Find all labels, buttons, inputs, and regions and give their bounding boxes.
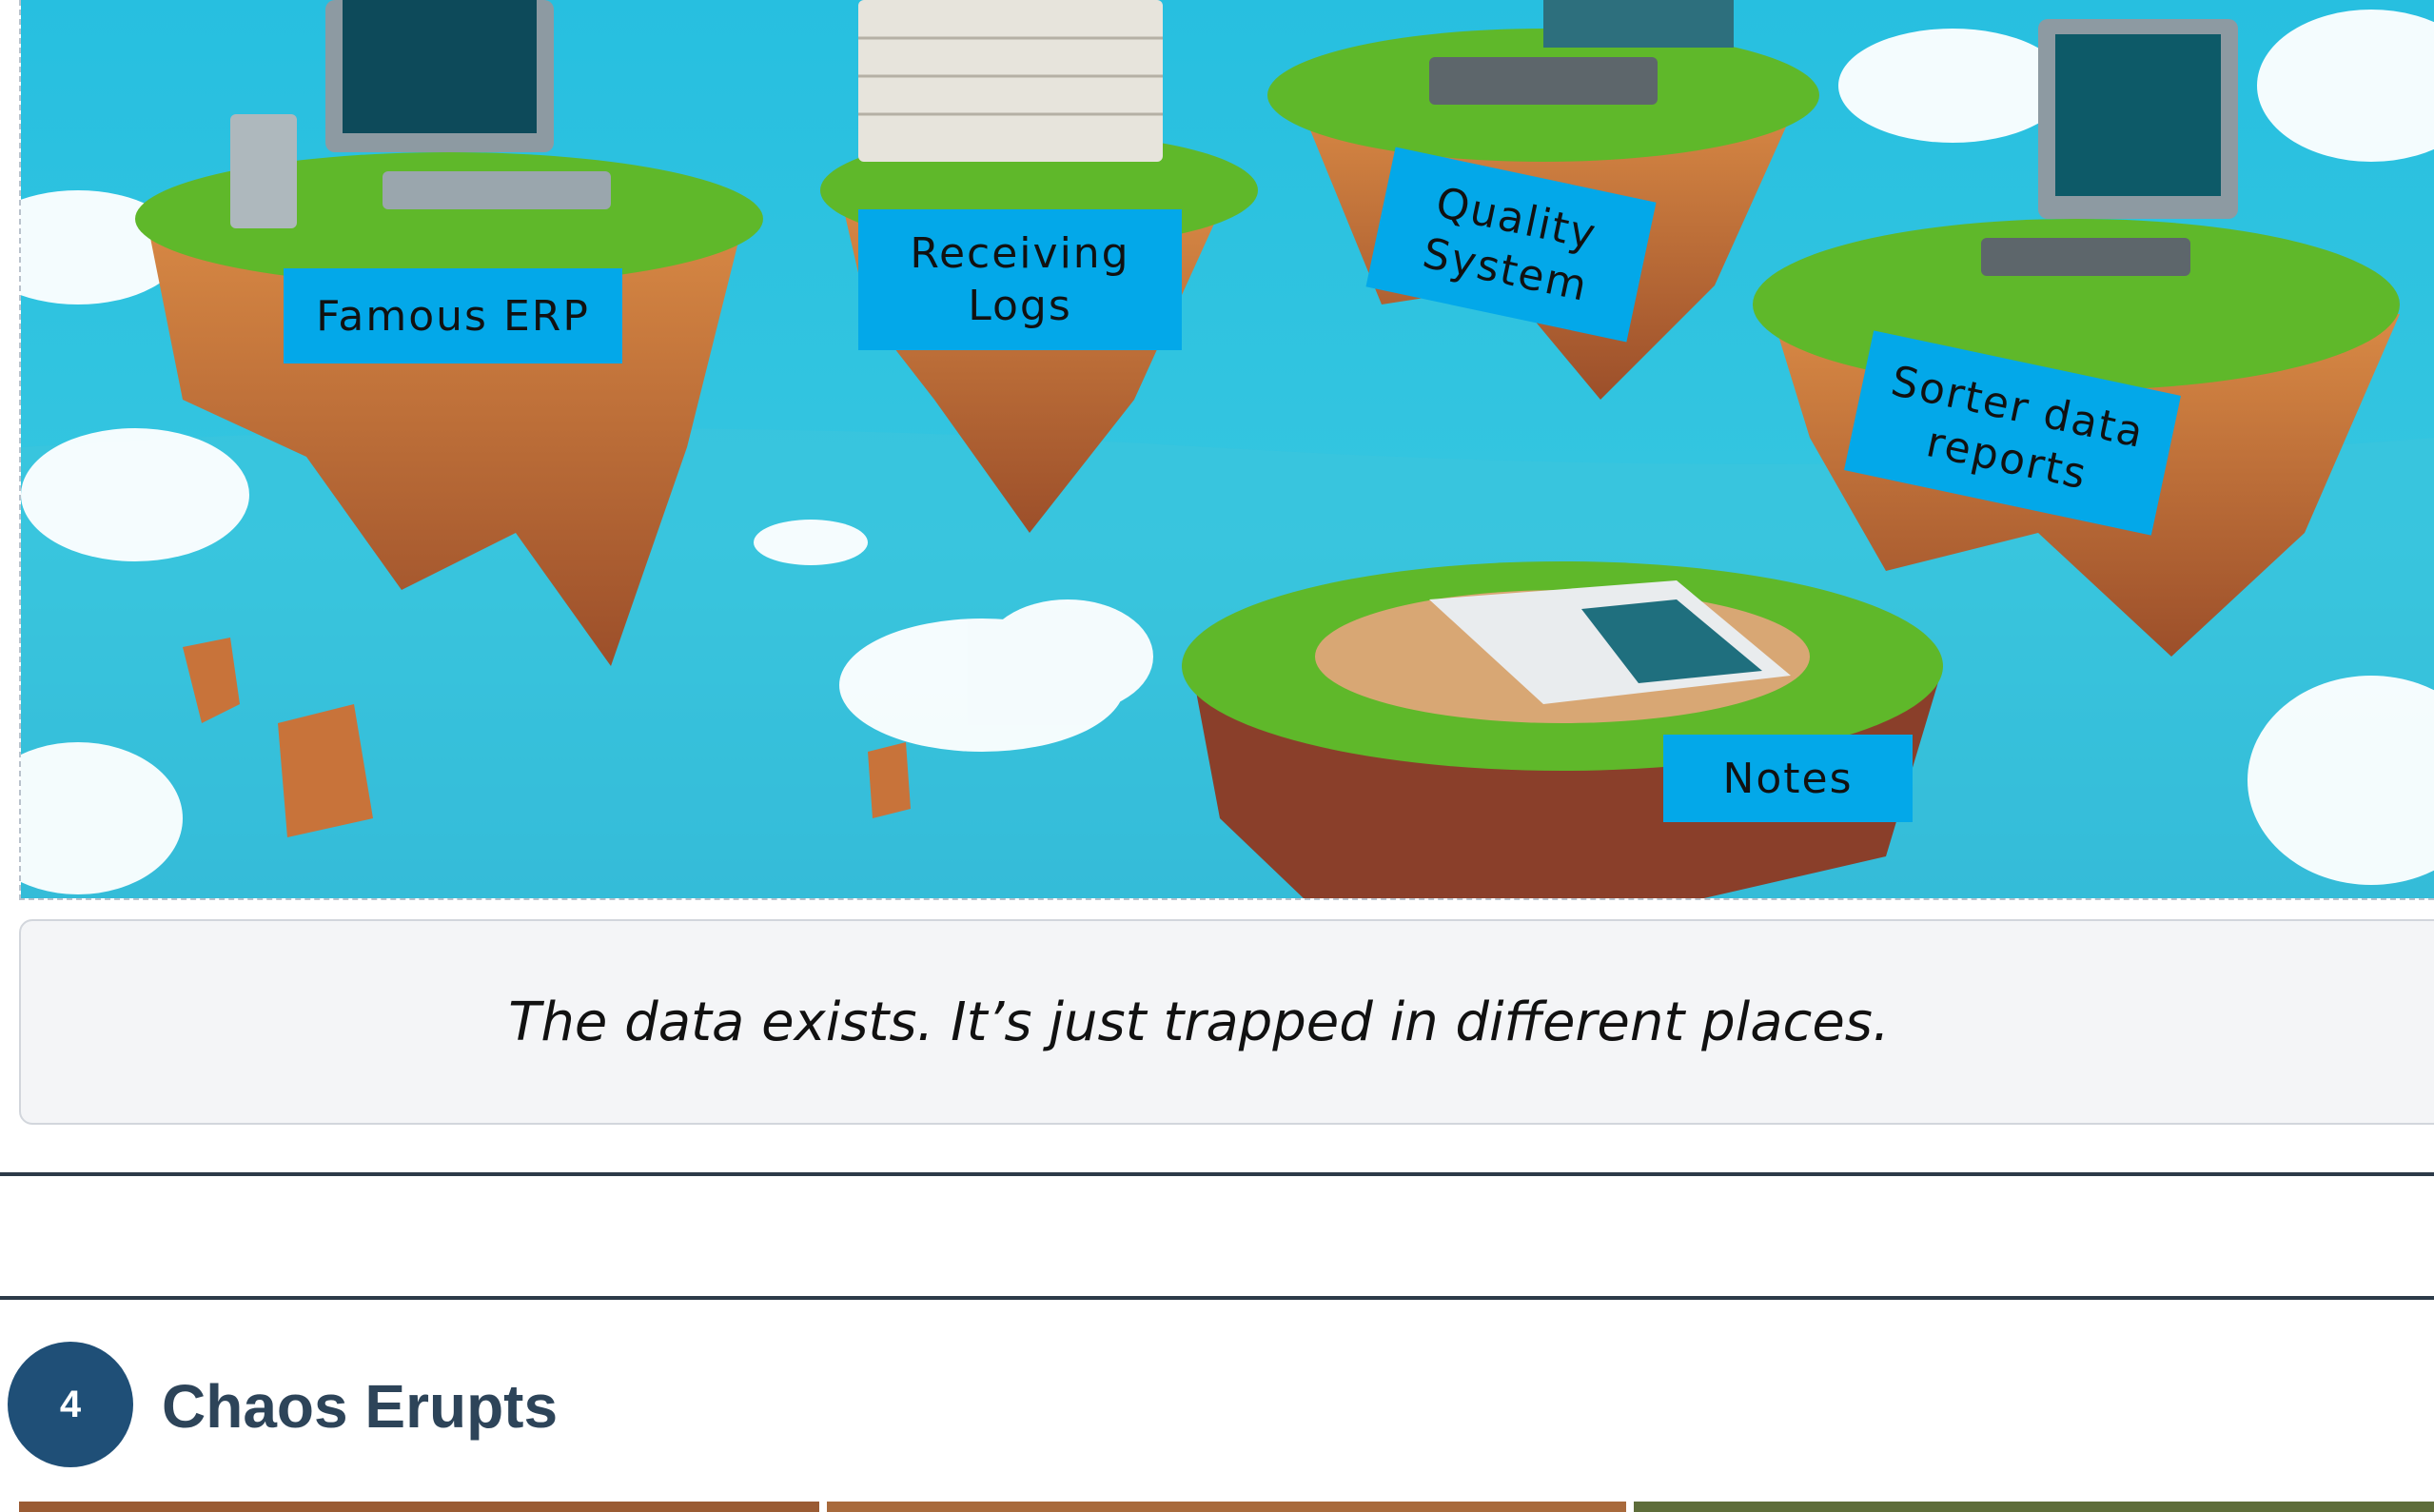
- floating-islands-illustration: Famous ERP Receiving Logs Quality System…: [19, 0, 2434, 900]
- famous-erp-label: Famous ERP: [284, 268, 622, 363]
- caption-text: The data exists. It’s just trapped in di…: [508, 991, 1890, 1053]
- section-title: Chaos Erupts: [162, 1372, 559, 1441]
- caption-box: The data exists. It’s just trapped in di…: [19, 919, 2434, 1125]
- divider-bottom: [0, 1296, 2434, 1300]
- step-number-badge: 4: [8, 1342, 133, 1467]
- receiving-logs-label: Receiving Logs: [858, 209, 1182, 350]
- next-image-strip: [19, 1502, 2434, 1512]
- divider-top: [0, 1172, 2434, 1176]
- notes-label: Notes: [1663, 735, 1913, 822]
